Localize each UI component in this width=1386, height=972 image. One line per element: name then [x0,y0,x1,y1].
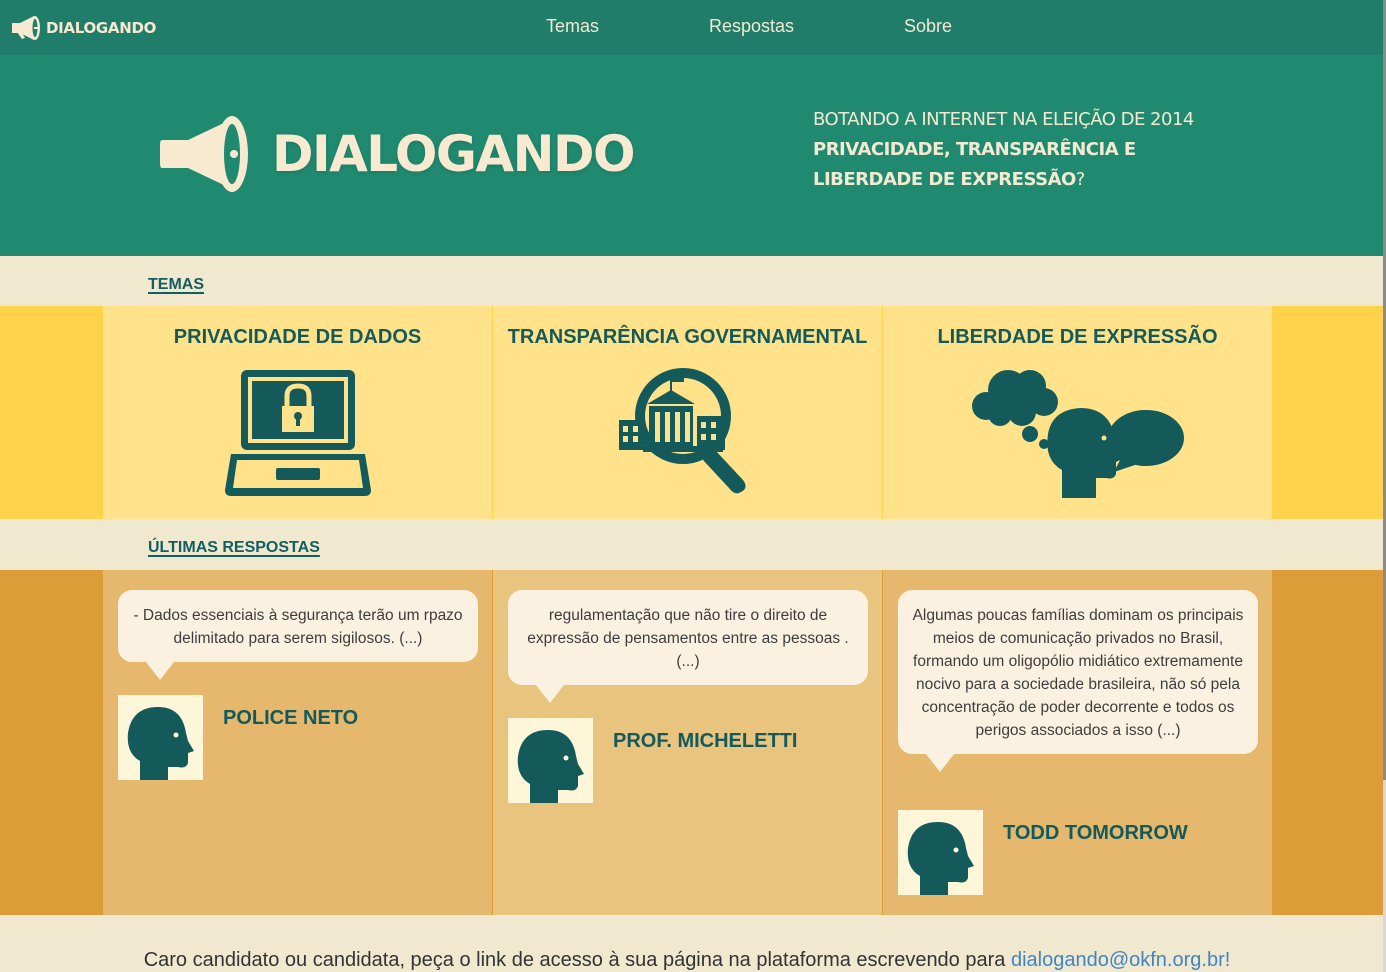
footer: Caro candidato ou candidata, peça o link… [0,915,1386,972]
hero-tagline-question: PRIVACIDADE, TRANSPARÊNCIA E LIBERDADE D… [813,135,1233,195]
theme-title: LIBERDADE DE EXPRESSÃO [937,326,1218,348]
answer-card[interactable]: Algumas poucas famílias dominam os princ… [883,570,1272,915]
avatar [508,718,593,803]
laptop-lock-icon [224,370,371,496]
top-navbar: DIALOGANDO Temas Respostas Sobre [0,0,1386,55]
answer-card[interactable]: - Dados essenciais à segurança terão um … [103,570,492,915]
answer-bubble: - Dados essenciais à segurança terão um … [118,590,478,680]
theme-card-privacidade[interactable]: PRIVACIDADE DE DADOS [103,306,492,519]
head-icon [127,707,194,780]
answer-author[interactable]: PROF. MICHELETTI [613,730,797,753]
theme-title: TRANSPARÊNCIA GOVERNAMENTAL [507,326,868,348]
avatar [898,810,983,895]
megaphone-icon [12,16,40,40]
head-icon [517,730,584,803]
hero-title: DIALOGANDO [272,125,635,183]
answer-author[interactable]: TODD TOMORROW [1003,822,1188,845]
hero-tagline: BOTANDO A INTERNET NA ELEIÇÃO DE 2014 PR… [813,105,1233,195]
answer-bubble: Algumas poucas famílias dominam os princ… [898,590,1258,772]
answer-card[interactable]: regulamentação que não tire o direito de… [493,570,882,915]
hero-tagline-bold: PRIVACIDADE, TRANSPARÊNCIA E LIBERDADE D… [813,139,1136,190]
footer-text: Caro candidato ou candidata, peça o link… [0,949,1374,972]
hero-logo: DIALOGANDO [158,113,635,195]
avatar [118,695,203,780]
theme-title: PRIVACIDADE DE DADOS [173,326,422,348]
hero-tagline-suffix: ? [1075,169,1086,190]
nav-link-temas[interactable]: Temas [546,16,599,37]
answer-author[interactable]: POLICE NETO [223,707,358,730]
magnifier-building-icon [618,368,746,494]
nav-logo-text: DIALOGANDO [46,19,157,37]
theme-card-transparencia[interactable]: TRANSPARÊNCIA GOVERNAMENTAL [493,306,882,519]
section-title-temas[interactable]: TEMAS [148,276,204,294]
megaphone-icon [160,116,248,192]
hero-tagline-line1: BOTANDO A INTERNET NA ELEIÇÃO DE 2014 [813,109,1194,130]
nav-logo[interactable]: DIALOGANDO [10,14,156,42]
footer-email-link[interactable]: dialogando@okfn.org.br! [1011,949,1230,971]
answer-bubble: regulamentação que não tire o direito de… [508,590,868,703]
nav-link-respostas[interactable]: Respostas [709,16,794,37]
nav-link-sobre[interactable]: Sobre [904,16,952,37]
section-title-respostas[interactable]: ÚLTIMAS RESPOSTAS [148,539,320,557]
footer-message: Caro candidato ou candidata, peça o link… [143,949,1011,971]
theme-card-liberdade[interactable]: LIBERDADE DE EXPRESSÃO [883,306,1272,519]
head-icon [907,822,974,895]
hero-banner: DIALOGANDO BOTANDO A INTERNET NA ELEIÇÃO… [0,55,1386,256]
head-speech-icon [971,370,1184,498]
